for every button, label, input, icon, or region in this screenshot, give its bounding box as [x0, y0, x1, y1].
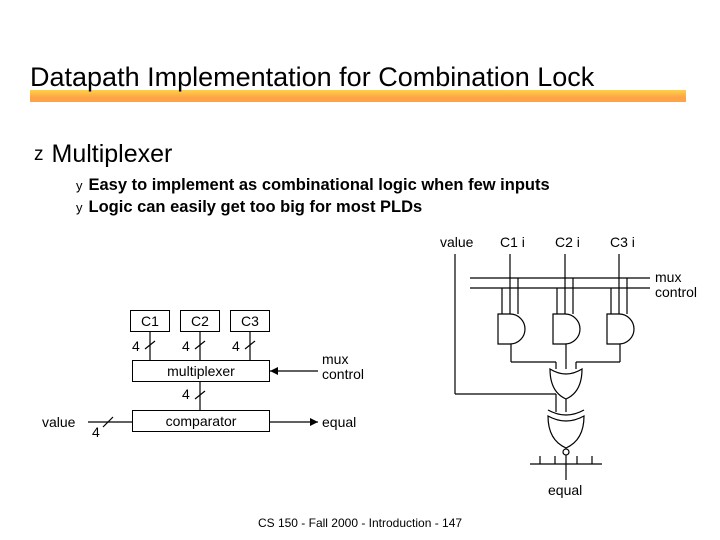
bullet-multiplexer: z Multiplexer [34, 140, 172, 169]
sub-bullet-1-label: Easy to implement as combinational logic… [89, 176, 550, 195]
bus-4-value: 4 [92, 424, 100, 440]
footer: CS 150 - Fall 2000 - Introduction - 147 [0, 516, 720, 530]
bus-4-mux-out: 4 [182, 386, 190, 402]
z-bullet-icon: z [34, 144, 44, 166]
mux-control-label: mux control [322, 352, 364, 383]
sub-bullet-2-label: Logic can easily get too big for most PL… [89, 198, 423, 217]
y-bullet-icon: y [76, 200, 83, 215]
equal-label-left: equal [322, 414, 356, 430]
sub-bullet-2: y Logic can easily get too big for most … [76, 198, 422, 217]
y-bullet-icon: y [76, 178, 83, 193]
bus-4-c2: 4 [182, 338, 190, 354]
sub-bullet-1: y Easy to implement as combinational log… [76, 176, 550, 195]
bus-4-c3: 4 [232, 338, 240, 354]
page-title: Datapath Implementation for Combination … [30, 62, 594, 93]
comparator-box: comparator [132, 410, 270, 432]
bullet-main-label: Multiplexer [52, 140, 173, 169]
bus-4-c1: 4 [132, 338, 140, 354]
multiplexer-box: multiplexer [132, 360, 270, 382]
value-label-left: value [42, 414, 75, 430]
